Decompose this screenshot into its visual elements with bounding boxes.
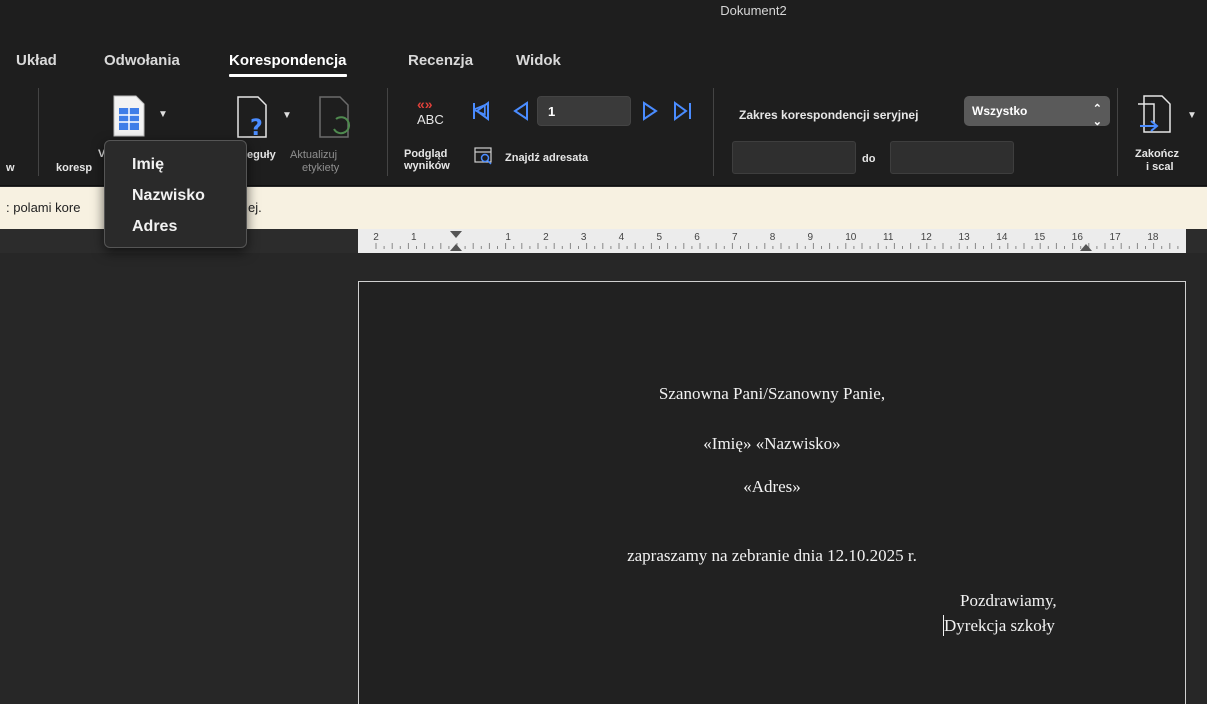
range-to-label: do [862, 153, 876, 165]
name-fields-line[interactable]: «Imię» «Nazwisko» [358, 434, 1186, 454]
merge-range-select[interactable]: Wszystko ⌃ ⌄ [964, 96, 1110, 128]
merge-range-value: Wszystko [972, 104, 1028, 118]
insert-merge-field-button[interactable] [110, 94, 150, 143]
tab-uklad[interactable]: Układ [16, 52, 57, 69]
info-text-right: ej. [248, 200, 262, 215]
ruler-label: 11 [883, 232, 894, 243]
chevron-down-icon[interactable]: ▼ [282, 110, 292, 121]
address-field-line[interactable]: «Adres» [358, 477, 1186, 497]
svg-text:?: ? [250, 116, 263, 139]
ruler-label: 17 [1109, 232, 1121, 243]
tab-recenzja[interactable]: Recenzja [408, 52, 473, 69]
finish-merge-button[interactable] [1136, 94, 1176, 143]
first-record-arrow-icon [473, 101, 489, 121]
greeting-line[interactable]: Szanowna Pani/Szanowny Panie, [358, 384, 1186, 404]
triangle-right-icon [643, 101, 658, 121]
first-line-indent-marker [450, 231, 462, 238]
ruler-label: 12 [920, 232, 932, 243]
ruler-label: 18 [1147, 232, 1159, 243]
ribbon-tabs: Układ Odwołania Korespondencja Recenzja … [0, 40, 1207, 80]
next-record-button[interactable] [641, 101, 659, 126]
closing-line[interactable]: Pozdrawiamy, [960, 591, 1057, 611]
ruler-label: 5 [656, 232, 662, 243]
rules-button[interactable]: ? [234, 95, 274, 144]
preview-abc-icon: ABC [417, 112, 444, 127]
record-number-input[interactable]: 1 [537, 96, 631, 126]
info-text-left: : polami kore [6, 200, 81, 215]
tab-odwolania[interactable]: Odwołania [104, 52, 180, 69]
dropdown-item-nazwisko[interactable]: Nazwisko [132, 187, 205, 205]
refresh-labels-icon [319, 96, 351, 138]
last-record-button[interactable] [673, 101, 693, 126]
ribbon-separator [713, 88, 714, 176]
body-line[interactable]: zapraszamy na zebranie dnia 12.10.2025 r… [358, 546, 1186, 566]
ruler-label: 15 [1034, 232, 1046, 243]
preview-label-1: Podgląd [404, 148, 448, 160]
right-indent-marker [1080, 244, 1092, 251]
ruler-label: 2 [543, 232, 549, 243]
tab-korespondencja[interactable]: Korespondencja [229, 52, 347, 77]
find-recipient-button[interactable] [474, 146, 494, 171]
chevron-down-icon[interactable]: ▼ [1187, 110, 1197, 121]
ruler-margin-right [1186, 229, 1207, 253]
hanging-indent-marker [450, 244, 462, 251]
last-record-arrow-icon [674, 101, 691, 121]
merge-field-icon [113, 95, 145, 137]
previous-record-button[interactable] [512, 101, 530, 126]
ruler-label: 1 [505, 232, 511, 243]
rules-label: eguły [247, 149, 276, 161]
ruler-label: 10 [845, 232, 857, 243]
find-recipient-label[interactable]: Znajdź adresata [505, 152, 588, 164]
dropdown-item-imie[interactable]: Imię [132, 156, 164, 174]
ruler-label: 9 [807, 232, 814, 243]
finish-label-2: i scal [1146, 161, 1174, 173]
ruler-label: 14 [996, 232, 1008, 243]
update-labels-label-1: Aktualizuj [290, 149, 338, 161]
first-record-button[interactable] [472, 101, 490, 126]
preview-label-2: wyników [404, 160, 450, 172]
ribbon-separator [1117, 88, 1118, 176]
ruler-label: 1 [411, 232, 417, 243]
find-recipient-icon [474, 147, 492, 165]
ribbon-cut-label: w [6, 162, 15, 174]
triangle-left-icon [513, 101, 528, 121]
text-cursor [943, 615, 944, 636]
range-from-input[interactable] [732, 141, 856, 174]
chevron-down-icon[interactable]: ▼ [158, 109, 168, 120]
finish-merge-icon [1138, 95, 1171, 133]
ruler-label: 7 [731, 232, 738, 243]
ruler-label: 8 [769, 232, 776, 243]
ribbon-separator [387, 88, 388, 176]
finish-label-1: Zakończ [1135, 148, 1180, 160]
update-labels-button [316, 95, 356, 144]
ribbon-separator [38, 88, 39, 176]
ruler-label: 3 [580, 232, 587, 243]
ruler-label: 4 [618, 232, 625, 243]
preview-marks-icon: «» [417, 96, 433, 112]
merge-range-label: Zakres korespondencji seryjnej [739, 108, 919, 122]
range-to-input[interactable] [890, 141, 1014, 174]
rules-icon: ? [237, 96, 267, 141]
merge-field-dropdown: Imię Nazwisko Adres [104, 140, 247, 248]
window-title: Dokument2 [720, 3, 787, 18]
ruler-label: 2 [373, 232, 379, 243]
signature-line[interactable]: Dyrekcja szkoły [944, 616, 1055, 636]
ruler-label: 13 [958, 232, 970, 243]
stepper-icon: ⌃ ⌄ [1092, 103, 1102, 128]
title-bar: Dokument2 [0, 0, 1207, 40]
insert-field-label-2: koresp [56, 162, 93, 174]
horizontal-ruler[interactable]: 2 1 1 2 3 4 5 6 7 8 9 10 11 12 13 14 15 16 17 18 [358, 229, 1186, 253]
tab-widok[interactable]: Widok [516, 52, 561, 69]
update-labels-label-2: etykiety [302, 162, 340, 174]
preview-results-button[interactable]: «» ABC [414, 96, 450, 130]
ruler-label: 6 [694, 232, 700, 243]
ruler-label: 16 [1071, 232, 1083, 243]
dropdown-item-adres[interactable]: Adres [132, 218, 177, 236]
